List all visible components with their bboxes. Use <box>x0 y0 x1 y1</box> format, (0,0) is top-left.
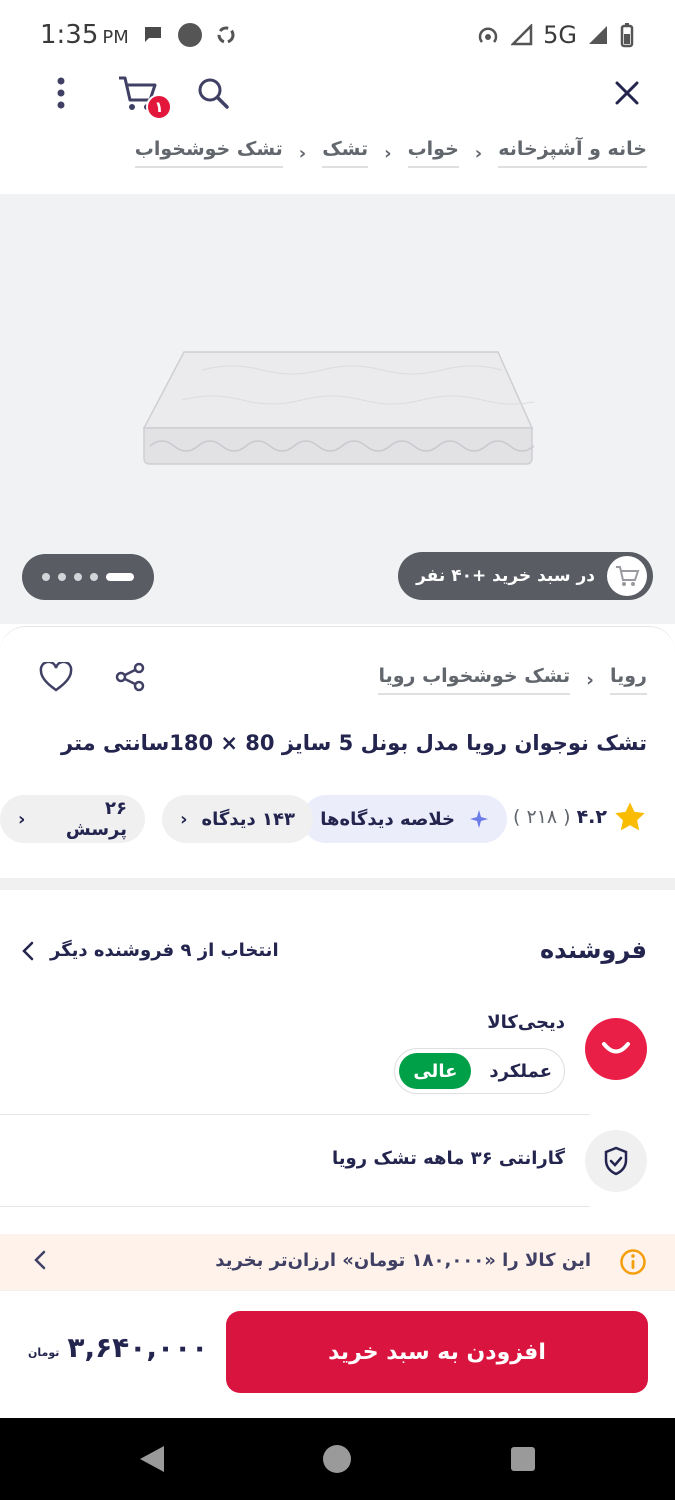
price: تومان ۳,۶۴۰,۰۰۰ <box>28 1331 208 1364</box>
cart-basket-icon <box>607 556 647 596</box>
cart-button[interactable]: ۱ <box>114 70 172 120</box>
back-icon[interactable] <box>138 1444 166 1474</box>
network-type: 5G <box>543 21 577 49</box>
home-icon[interactable] <box>322 1444 352 1474</box>
close-icon[interactable] <box>604 70 650 116</box>
recents-icon[interactable] <box>510 1446 536 1472</box>
reviews-summary-chip[interactable]: خلاصه دیدگاه‌ها <box>302 795 507 843</box>
seller-header: فروشنده انتخاب از ۹ فروشنده دیگر <box>0 930 675 980</box>
sparkle-icon <box>470 810 488 828</box>
status-left: 1:35 PM <box>40 20 237 50</box>
chevron-left-icon <box>34 1250 46 1270</box>
seller-heading: فروشنده <box>540 936 647 964</box>
rating-count: ( ۲۱۸ ) <box>513 806 571 828</box>
gallery-pagination[interactable] <box>22 554 154 600</box>
bottom-purchase-bar: افزودن به سبد خرید تومان ۳,۶۴۰,۰۰۰ <box>0 1290 675 1418</box>
breadcrumb-item[interactable]: تشک <box>322 138 369 168</box>
pagination-dot-active <box>106 573 134 581</box>
system-navigation-bar <box>0 1418 675 1500</box>
top-app-bar: ۱ <box>0 62 675 124</box>
breadcrumb: خانه و آشپزخانه ‹ خواب ‹ تشک ‹ تشک خوشخو… <box>134 138 647 168</box>
questions-chip[interactable]: ۲۶ پرسش ‹ <box>0 795 145 843</box>
status-bar: 1:35 PM 5G <box>0 0 675 70</box>
brand-link[interactable]: رویا <box>609 665 647 695</box>
chevron-left-icon: ‹ <box>384 142 392 164</box>
seller-performance: عملکرد عالی <box>394 1048 565 1094</box>
social-proof-pill: در سبد خرید +۴۰ نفر <box>398 552 653 600</box>
reviews-summary-label: خلاصه دیدگاه‌ها <box>320 808 455 830</box>
info-icon <box>620 1249 646 1275</box>
currency-label: تومان <box>28 1346 60 1359</box>
add-to-cart-button[interactable]: افزودن به سبد خرید <box>226 1311 648 1393</box>
product-meta-row: ۴.۲ ( ۲۱۸ ) خلاصه دیدگاه‌ها ۱۴۳ دیدگاه ‹… <box>0 795 675 843</box>
chat-bubble-icon <box>144 27 161 42</box>
breadcrumb-item[interactable]: تشک خوشخواب <box>134 138 283 168</box>
signal-full-icon <box>589 26 607 44</box>
chevron-left-icon: ‹ <box>180 808 188 830</box>
category-link[interactable]: تشک خوشخواب رویا <box>378 665 571 695</box>
pagination-dot <box>90 573 98 581</box>
mattress-image <box>142 351 534 465</box>
section-divider <box>0 878 675 890</box>
status-time: 1:35 PM <box>40 20 129 50</box>
status-right: 5G <box>475 21 635 49</box>
warranty-text: گارانتی ۳۶ ماهه تشک رویا <box>331 1148 565 1169</box>
pagination-dot <box>74 573 82 581</box>
heart-icon[interactable] <box>36 657 76 697</box>
chevron-left-icon <box>22 941 34 960</box>
reviews-label: ۱۴۳ دیدگاه <box>201 808 295 830</box>
circle-notification-icon <box>177 23 202 47</box>
performance-label: عملکرد <box>489 1060 552 1082</box>
divider <box>0 1206 590 1207</box>
pagination-dot <box>58 573 66 581</box>
performance-badge: عالی <box>399 1053 472 1089</box>
seller-name[interactable]: دیجی‌کالا <box>487 1012 565 1033</box>
questions-label: ۲۶ پرسش <box>65 798 127 840</box>
breadcrumb-item[interactable]: خواب <box>407 138 459 168</box>
chevron-left-icon: ‹ <box>586 669 594 691</box>
other-sellers-label: انتخاب از ۹ فروشنده دیگر <box>50 940 279 961</box>
shield-check-icon <box>585 1130 647 1192</box>
signal-icon <box>511 24 533 46</box>
reviews-chip[interactable]: ۱۴۳ دیدگاه ‹ <box>162 795 313 843</box>
search-icon[interactable] <box>190 70 236 116</box>
brand-breadcrumb: رویا ‹ تشک خوشخواب رویا <box>378 665 647 695</box>
price-value: ۳,۶۴۰,۰۰۰ <box>67 1331 209 1364</box>
recycle-icon <box>217 26 235 44</box>
chevron-left-icon: ‹ <box>18 808 26 830</box>
share-icon[interactable] <box>110 657 150 697</box>
more-options-icon[interactable] <box>38 70 84 116</box>
chevron-left-icon: ‹ <box>298 142 307 164</box>
rating[interactable]: ۴.۲ ( ۲۱۸ ) <box>513 801 647 833</box>
chevron-left-icon: ‹ <box>474 142 483 164</box>
rating-score: ۴.۲ <box>576 806 607 828</box>
product-title: تشک نوجوان رویا مدل بونل 5 سایز 80 × 180… <box>61 731 647 755</box>
product-info-sheet: رویا ‹ تشک خوشخواب رویا تشک نوجوان رویا … <box>0 626 675 886</box>
cart-count-badge: ۱ <box>146 94 172 120</box>
battery-icon <box>620 23 634 48</box>
breadcrumb-item[interactable]: خانه و آشپزخانه <box>498 138 647 168</box>
social-proof-text: در سبد خرید +۴۰ نفر <box>416 566 595 586</box>
smile-logo-icon <box>602 1042 630 1054</box>
promo-text: این کالا را «۱۸۰,۰۰۰ تومان» ارزان‌تر بخر… <box>215 1250 591 1271</box>
divider <box>0 1114 590 1115</box>
cheaper-offer-banner[interactable]: این کالا را «۱۸۰,۰۰۰ تومان» ارزان‌تر بخر… <box>0 1234 675 1290</box>
other-sellers-link[interactable]: انتخاب از ۹ فروشنده دیگر <box>22 940 279 961</box>
star-icon <box>615 802 645 831</box>
hotspot-icon <box>478 27 498 43</box>
seller-logo <box>585 1018 647 1080</box>
pagination-dot <box>42 573 50 581</box>
